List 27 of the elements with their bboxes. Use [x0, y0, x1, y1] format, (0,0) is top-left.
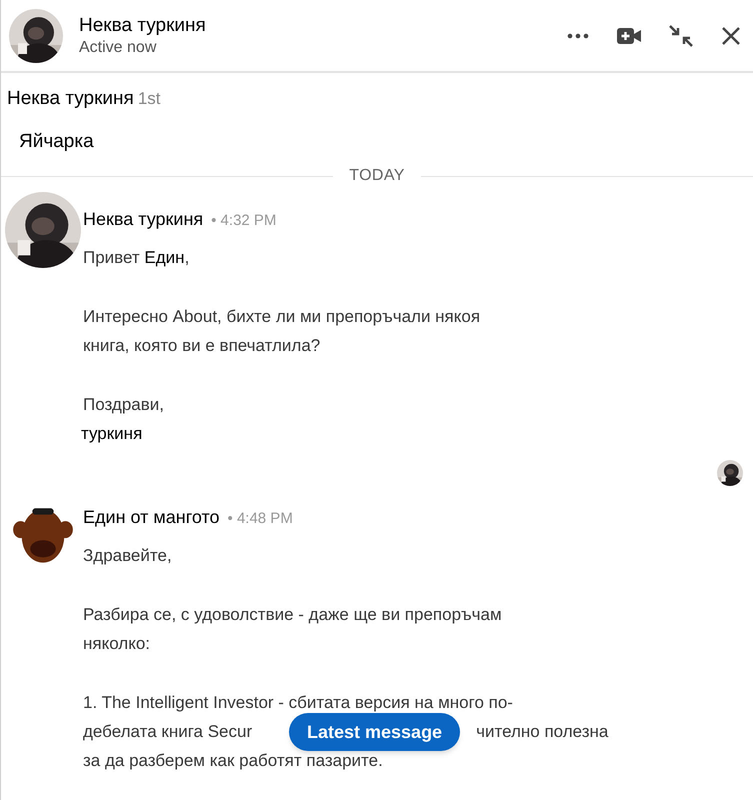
message-time: • 4:48 PM [228, 509, 293, 529]
sender-name[interactable]: Неква туркиня [83, 206, 204, 233]
message-text: Интересно About, бихте ли ми препоръчали някоя [83, 306, 480, 328]
latest-message-button[interactable]: Latest message [289, 713, 460, 751]
message-time: • 4:32 PM [211, 211, 276, 231]
contact-name[interactable]: Неква туркиня [79, 14, 206, 38]
message-text: за да разберем как работят пазарите. [83, 750, 384, 772]
message-text: чително полезна [476, 721, 608, 743]
message-text: Привет Един, [83, 247, 190, 269]
message-text: Разбира се, с удоволствие - даже ще ви препоръчам [83, 604, 503, 626]
status-text: Active now [79, 38, 158, 58]
message-text: Поздрави, [83, 394, 165, 416]
date-divider: TODAY [348, 166, 406, 186]
message-text: книга, която ви е впечатлила? [83, 335, 322, 357]
message-text: туркиня [81, 423, 144, 445]
video-call-icon[interactable] [617, 28, 641, 44]
more-icon[interactable] [567, 32, 589, 38]
message-text: няколко: [83, 633, 152, 655]
connection-degree: 1st [138, 88, 160, 110]
message-text: дебелата книга Secur [83, 721, 252, 743]
message-text: Здравейте, [83, 545, 173, 567]
message-text: 1. The Intelligent Investor - сбитата версия на много по- [83, 692, 514, 714]
minimize-icon[interactable] [669, 24, 693, 46]
sender-name[interactable]: Един от мангото [83, 504, 220, 531]
profile-name[interactable]: Неква туркиня [7, 85, 134, 114]
profile-headline: Яйчарка [19, 130, 95, 154]
close-icon[interactable] [721, 26, 741, 46]
